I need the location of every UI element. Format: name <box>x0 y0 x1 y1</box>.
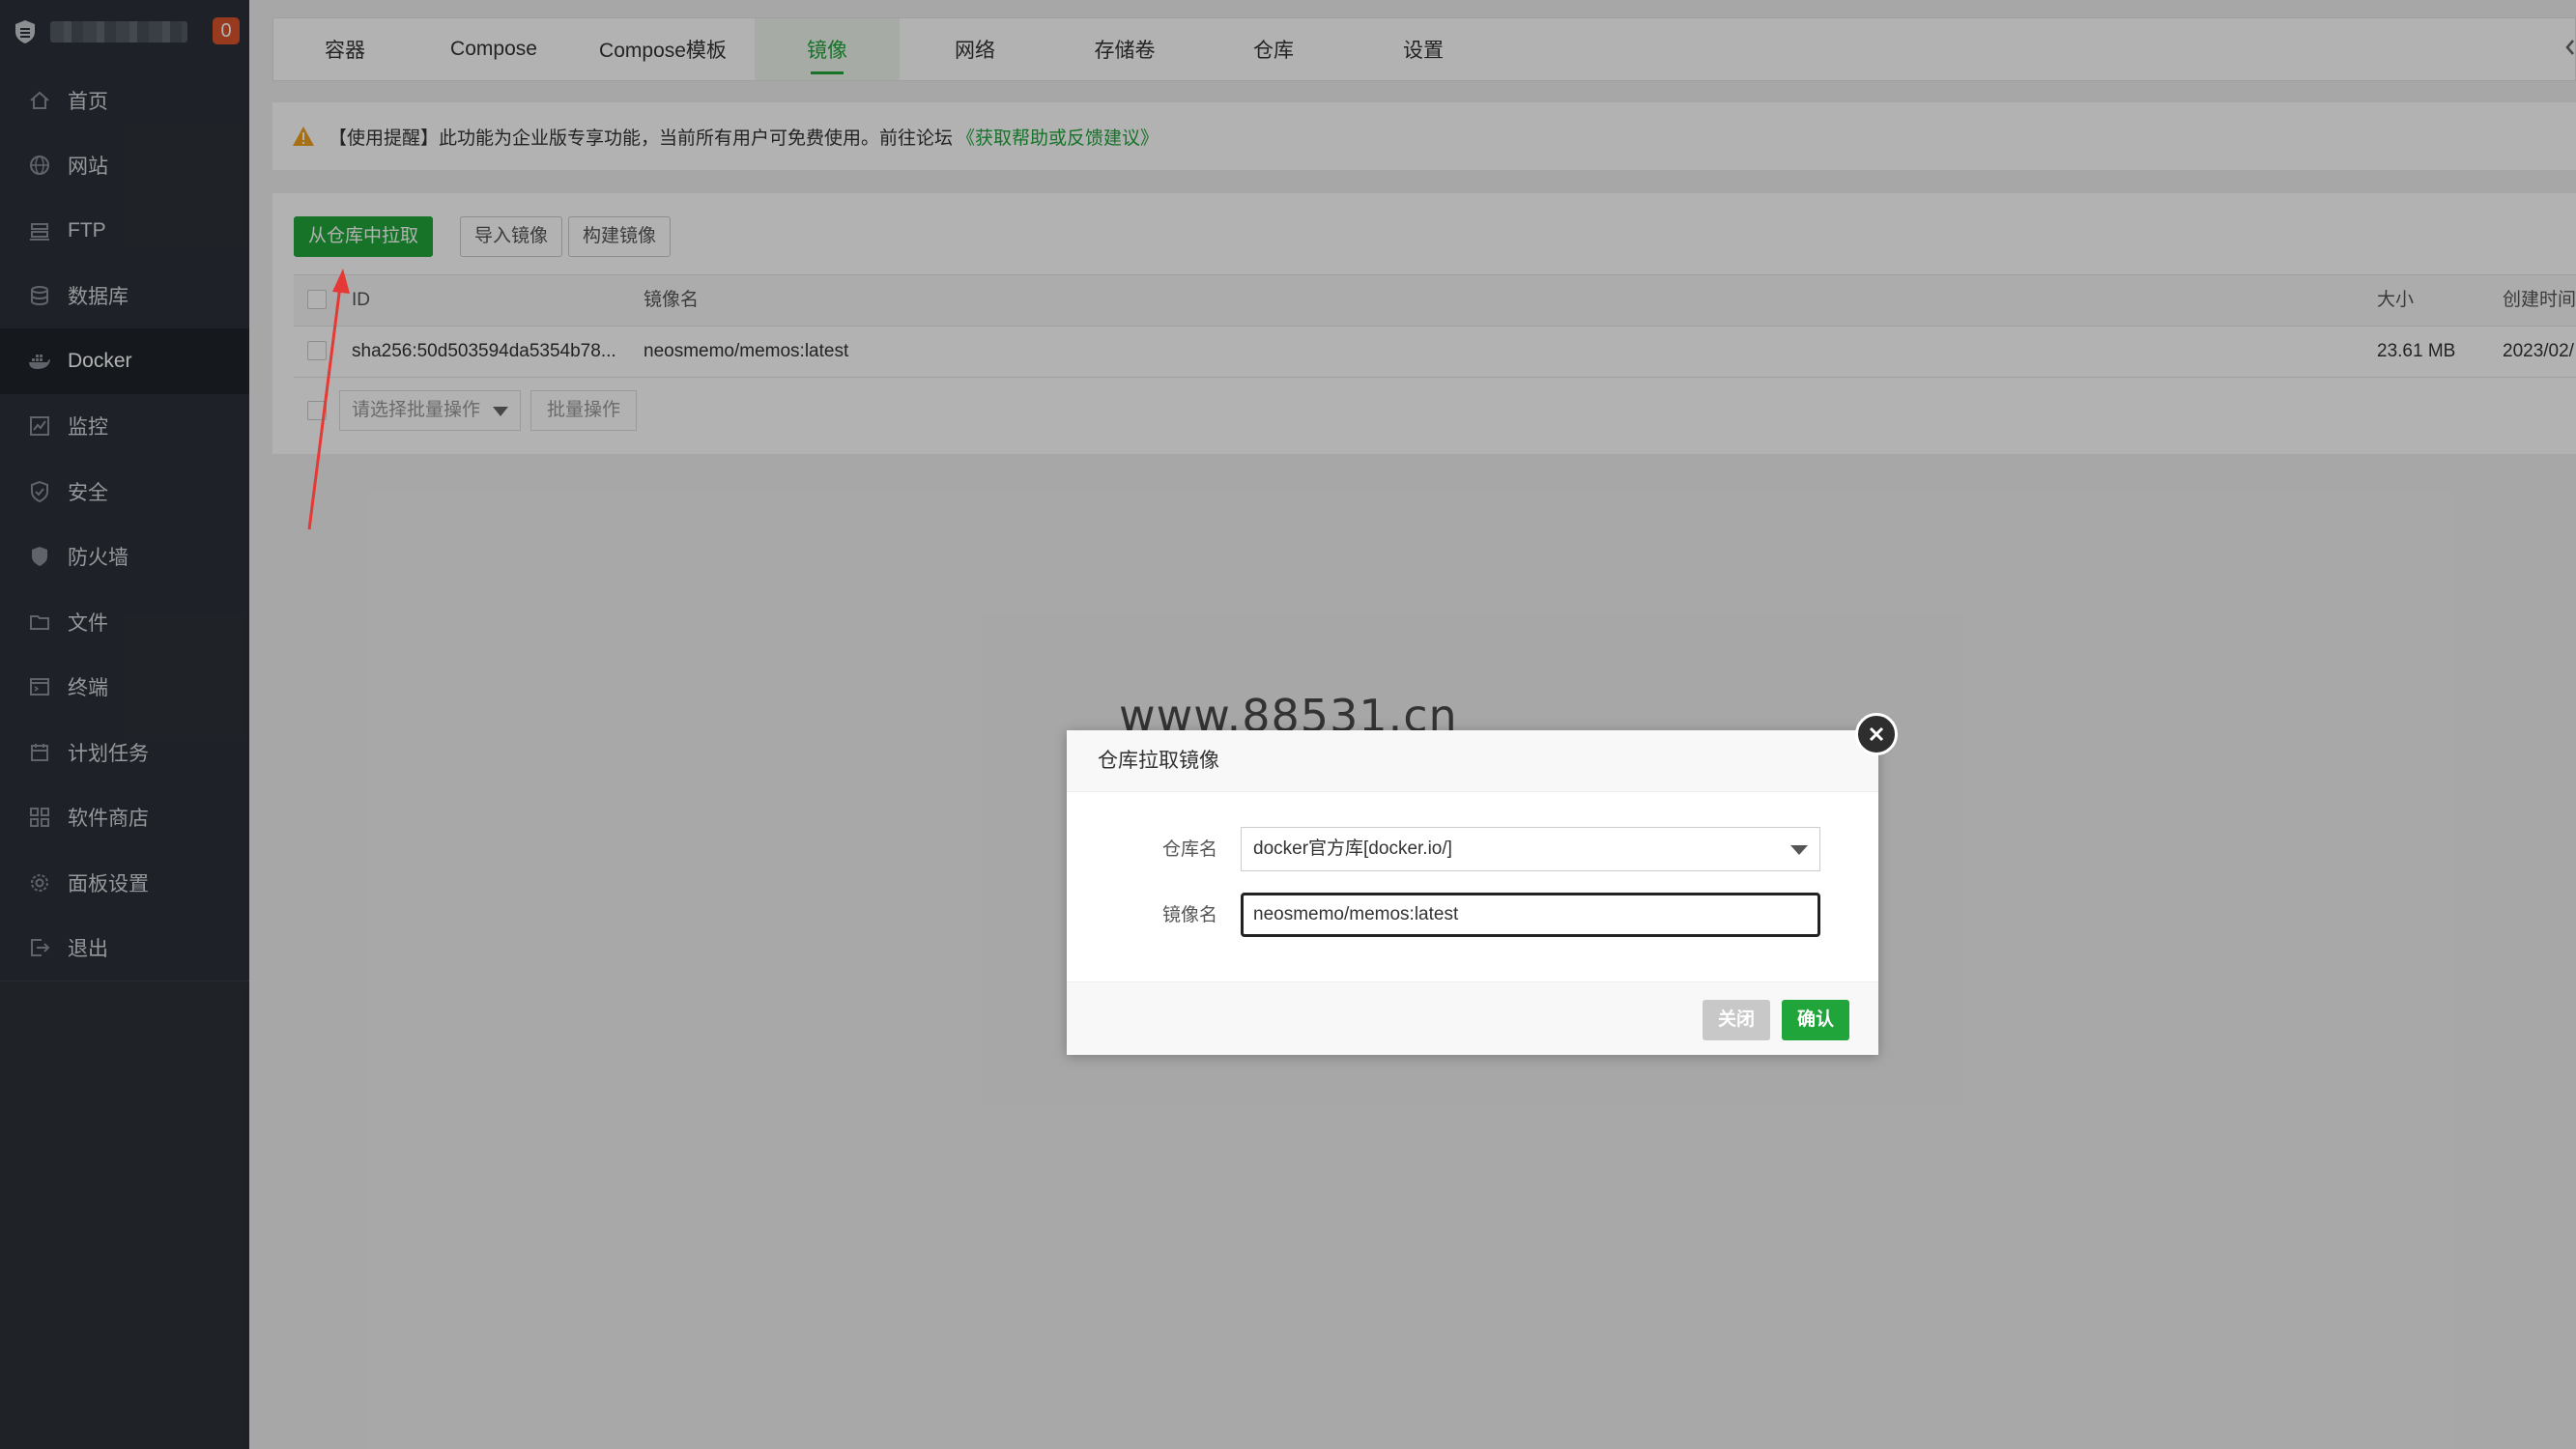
dialog-header: 仓库拉取镜像 <box>1067 730 1878 792</box>
repo-row: 仓库名 docker官方库[docker.io/] <box>1067 827 1878 873</box>
chevron-down-icon <box>1790 845 1808 855</box>
repo-select[interactable]: docker官方库[docker.io/] <box>1241 827 1820 871</box>
close-icon[interactable] <box>1855 713 1898 755</box>
image-row: 镜像名 neosmemo/memos:latest <box>1067 893 1878 939</box>
image-label: 镜像名 <box>1161 905 1217 925</box>
close-button[interactable]: 关闭 <box>1703 1000 1771 1040</box>
confirm-button[interactable]: 确认 <box>1782 1000 1850 1040</box>
repo-select-value: docker官方库[docker.io/] <box>1253 838 1452 859</box>
repo-label: 仓库名 <box>1161 839 1217 860</box>
image-name-input[interactable]: neosmemo/memos:latest <box>1241 893 1820 937</box>
image-name-input-value: neosmemo/memos:latest <box>1253 904 1459 924</box>
dialog-footer: 关闭 确认 <box>1067 981 1878 1055</box>
pull-image-dialog: 仓库拉取镜像 仓库名 docker官方库[docker.io/] 镜像名 neo… <box>1067 713 1898 1055</box>
dialog-title: 仓库拉取镜像 <box>1098 750 1219 772</box>
